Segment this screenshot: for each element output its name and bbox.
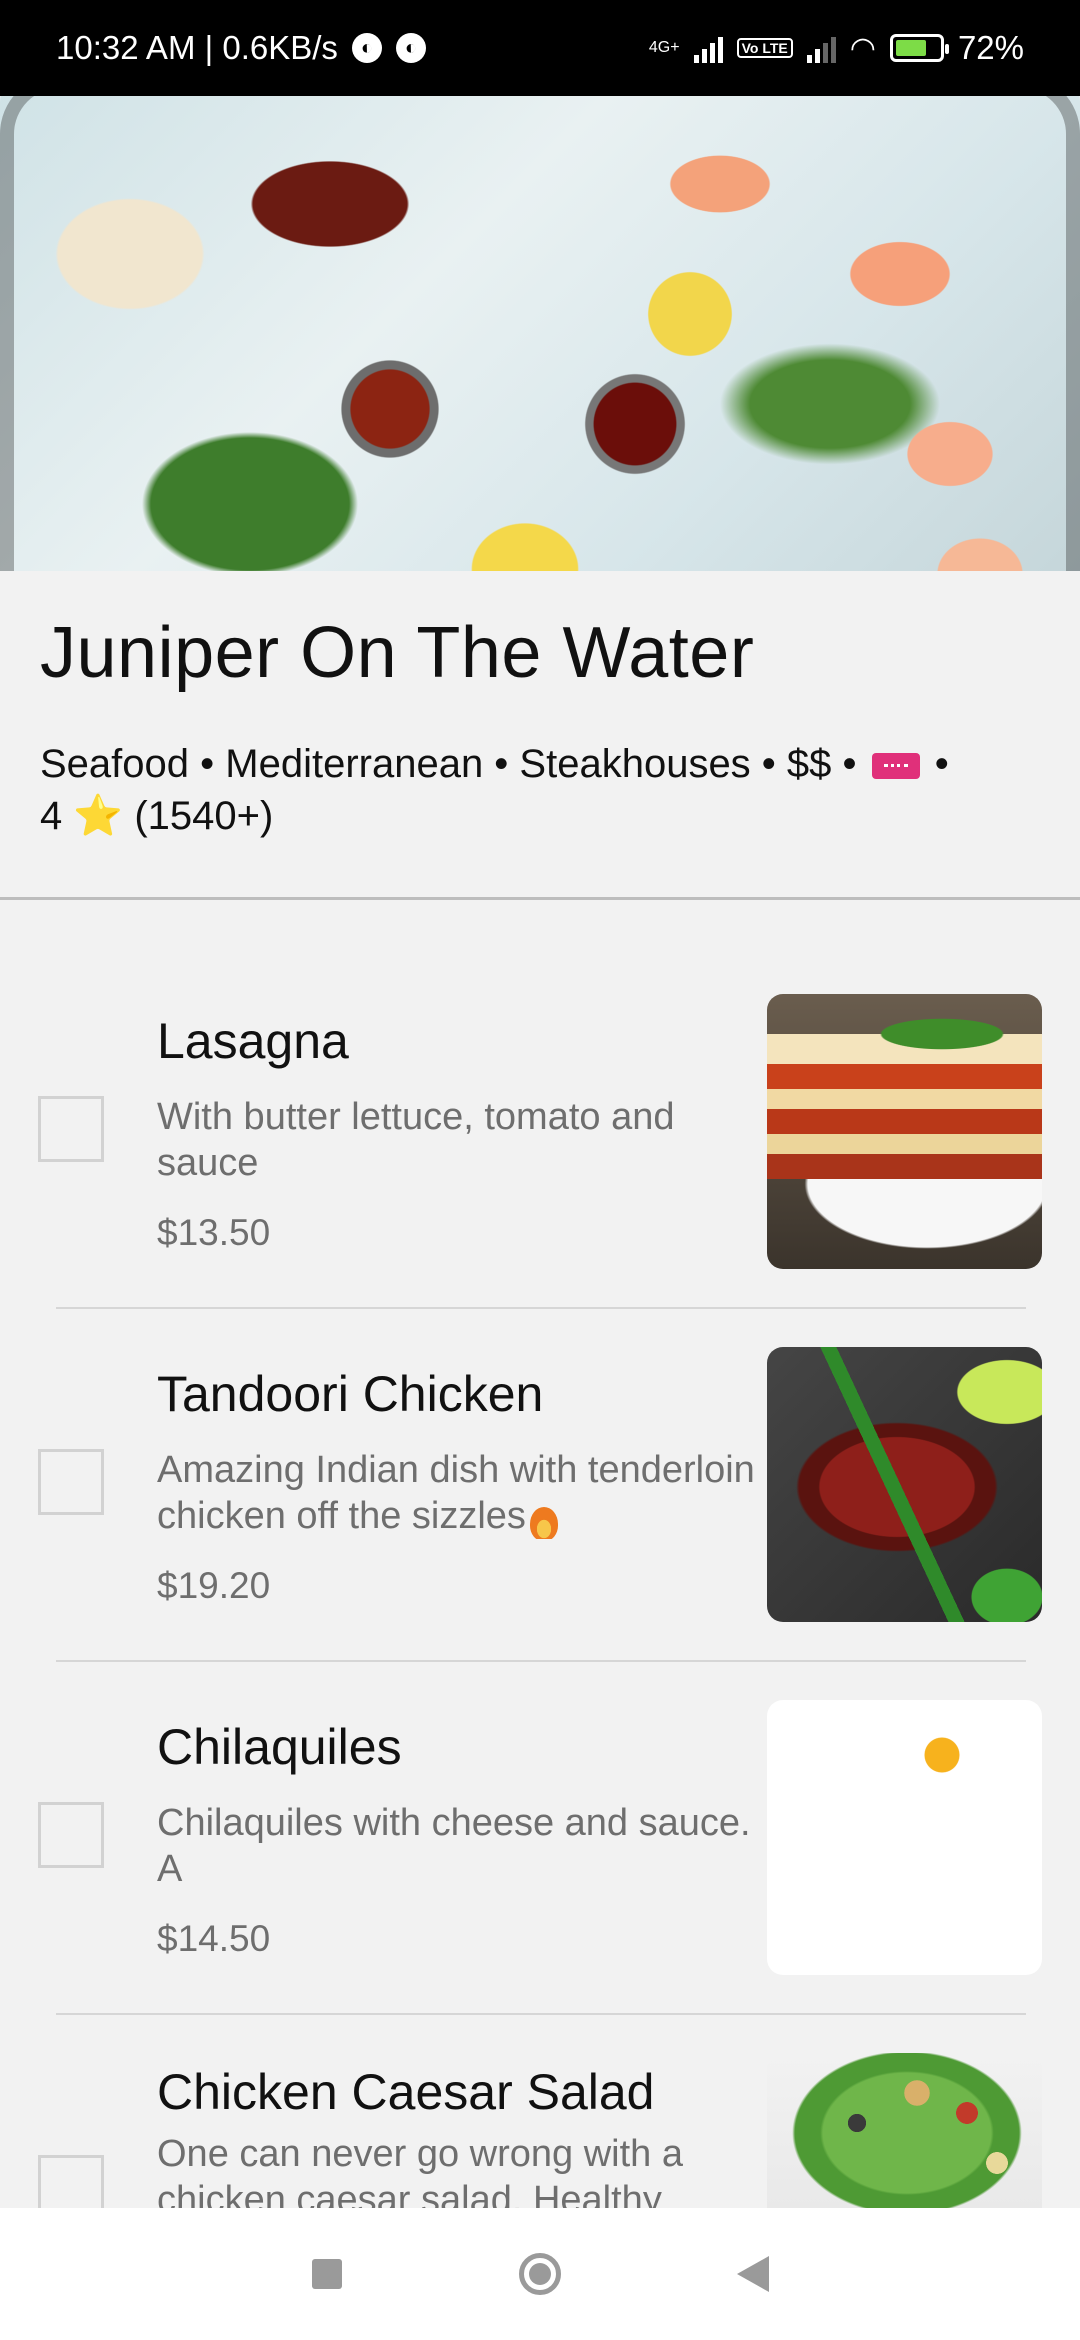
menu-item-chicken-caesar-salad[interactable]: Chicken Caesar Salad One can never go wr…: [0, 2049, 1080, 2208]
battery-percent: 72%: [957, 29, 1024, 66]
back-icon: [737, 2256, 770, 2292]
item-description: One can never go wrong with a chicken ca…: [157, 2133, 683, 2208]
system-nav-bar: [0, 2208, 1080, 2340]
item-description: Chilaquiles with cheese and sauce. A del…: [157, 1802, 751, 1890]
restaurant-name: Juniper On The Water: [40, 613, 755, 693]
menu-item-tandoori-chicken[interactable]: Tandoori Chicken Amazing Indian dish wit…: [0, 1343, 1080, 1643]
row-divider: [56, 1660, 1026, 1662]
item-price: $13.50: [157, 1212, 271, 1253]
home-button[interactable]: [510, 2244, 570, 2304]
restaurant-categories: Seafood • Mediterranean • Steakhouses • …: [40, 742, 857, 786]
item-name: Lasagna: [157, 1013, 349, 1069]
star-icon: ⭐: [73, 794, 124, 838]
item-name: Chilaquiles: [157, 1719, 402, 1775]
item-image: [767, 994, 1042, 1269]
network-type: 4G+: [648, 39, 680, 56]
item-name: Chicken Caesar Salad: [157, 2064, 655, 2120]
signal-icon-2: [806, 33, 836, 63]
item-checkbox[interactable]: [38, 1802, 104, 1868]
row-divider: [56, 1307, 1026, 1309]
status-right: 4G+ Vo LTE ◠ 72%: [649, 29, 1024, 67]
item-price: $14.50: [157, 1918, 271, 1959]
item-checkbox[interactable]: [38, 1449, 104, 1515]
item-description: Amazing Indian dish with tenderloin chic…: [157, 1449, 755, 1537]
status-bar: 10:32 AM | 0.6KB/s ◐ ◐ 4G+ Vo LTE ◠ 72%: [0, 0, 1080, 96]
item-description-wrap: Amazing Indian dish with tenderloin chic…: [157, 1447, 767, 1539]
restaurant-hero-image: [0, 74, 1080, 571]
header-divider: [0, 897, 1080, 900]
restaurant-rating: 4: [40, 794, 63, 838]
back-button[interactable]: [723, 2244, 783, 2304]
item-checkbox[interactable]: [38, 1096, 104, 1162]
battery-icon: [889, 34, 949, 62]
meta-separator: •: [934, 742, 949, 786]
fire-emoji-icon: [530, 1506, 559, 1539]
ticket-icon: [871, 753, 920, 780]
notification-icon-2: ◐: [395, 33, 426, 63]
volte-badge: Vo LTE: [736, 38, 793, 58]
signal-icon: [693, 33, 723, 63]
restaurant-meta: Seafood • Mediterranean • Steakhouses • …: [40, 738, 1040, 842]
menu-item-chilaquiles[interactable]: Chilaquiles Chilaquiles with cheese and …: [0, 1696, 1080, 1996]
item-name: Tandoori Chicken: [157, 1366, 544, 1422]
item-price: $19.20: [157, 1565, 271, 1606]
item-image: [767, 2053, 1042, 2208]
wifi-icon: ◠: [849, 31, 876, 65]
item-image: [767, 1347, 1042, 1622]
status-time: 10:32 AM | 0.6KB/s: [56, 29, 338, 66]
home-icon: [518, 2253, 561, 2295]
item-image: [767, 1700, 1042, 1975]
recents-icon: [311, 2259, 342, 2289]
recents-button[interactable]: [297, 2244, 357, 2304]
item-description-wrap: Chilaquiles with cheese and sauce. A del…: [157, 1800, 767, 1892]
item-description: With butter lettuce, tomato and sauce be…: [157, 1096, 675, 1184]
notification-icon: ◐: [351, 33, 382, 63]
row-divider: [56, 2013, 1026, 2015]
battery-fill: [895, 40, 927, 56]
restaurant-reviews: (1540+): [134, 794, 274, 838]
status-left: 10:32 AM | 0.6KB/s ◐ ◐: [56, 29, 426, 67]
menu-item-lasagna[interactable]: Lasagna With butter lettuce, tomato and …: [0, 990, 1080, 1290]
item-checkbox[interactable]: [38, 2155, 104, 2208]
